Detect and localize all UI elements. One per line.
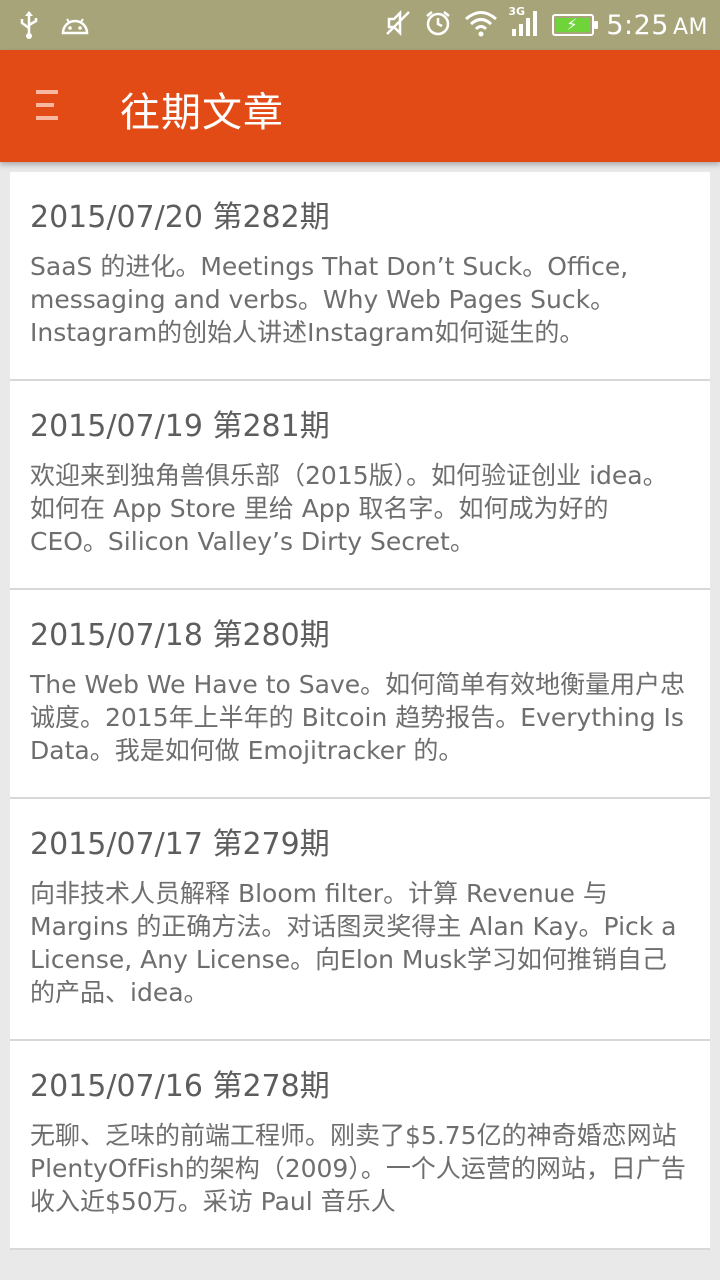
status-time-ampm: AM <box>672 14 708 40</box>
battery-charging-icon: ⚡ <box>552 14 599 36</box>
article-summary: 向非技术人员解释 Bloom filter。计算 Revenue 与 Margi… <box>30 879 677 1007</box>
article-summary: SaaS 的进化。Meetings That Don’t Suck。Office… <box>30 252 629 347</box>
article-card[interactable]: 2015/07/17 第279期 向非技术人员解释 Bloom filter。计… <box>10 799 710 1041</box>
article-title: 2015/07/20 第282期 <box>30 200 330 235</box>
hamburger-menu-icon[interactable] <box>36 90 64 124</box>
article-title: 2015/07/19 第281期 <box>30 409 330 444</box>
app-bar: 往期文章 <box>0 50 720 162</box>
article-summary: 欢迎来到独角兽俱乐部（2015版）。如何验证创业 idea。如何在 App St… <box>30 461 668 556</box>
wifi-icon <box>464 9 498 41</box>
article-title: 2015/07/18 第280期 <box>30 618 330 653</box>
android-debug-icon <box>60 13 90 41</box>
article-title: 2015/07/17 第279期 <box>30 827 330 862</box>
article-card[interactable]: 2015/07/19 第281期 欢迎来到独角兽俱乐部（2015版）。如何验证创… <box>10 381 710 590</box>
usb-icon <box>18 10 40 44</box>
article-card[interactable]: 2015/07/18 第280期 The Web We Have to Save… <box>10 590 710 799</box>
page-title: 往期文章 <box>120 90 284 136</box>
article-card[interactable]: 2015/07/16 第278期 无聊、乏味的前端工程师。刚卖了$5.75亿的神… <box>10 1041 710 1250</box>
article-title: 2015/07/16 第278期 <box>30 1069 330 1104</box>
status-bar: 3G ⚡ 5:25 AM <box>0 0 720 50</box>
network-type-label: 3G <box>508 5 526 18</box>
article-card[interactable]: 2015/07/20 第282期 SaaS 的进化。Meetings That … <box>10 172 710 381</box>
mute-icon <box>384 9 412 41</box>
article-summary: The Web We Have to Save。如何简单有效地衡量用户忠诚度。2… <box>30 670 686 765</box>
signal-icon: 3G <box>508 5 540 41</box>
article-list[interactable]: 2015/07/20 第282期 SaaS 的进化。Meetings That … <box>10 172 710 1280</box>
article-summary: 无聊、乏味的前端工程师。刚卖了$5.75亿的神奇婚恋网站PlentyOfFish… <box>30 1121 686 1216</box>
alarm-icon <box>424 9 452 41</box>
status-right-icons: 3G ⚡ 5:25 AM <box>384 5 708 44</box>
status-time-value: 5:25 <box>606 9 669 41</box>
status-time: 5:25 AM <box>606 10 708 41</box>
status-left-icons <box>18 10 90 44</box>
